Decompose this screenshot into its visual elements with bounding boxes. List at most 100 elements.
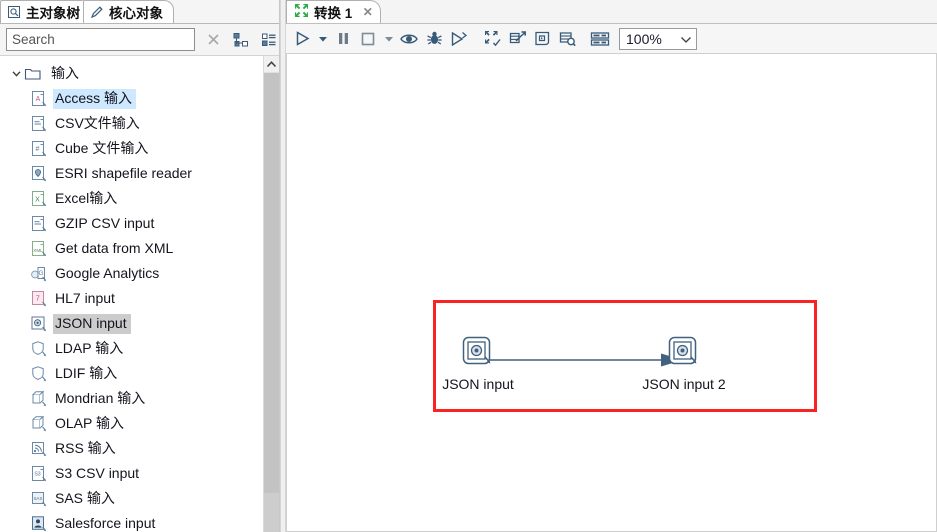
esri-shapefile-icon [30,165,48,183]
tree-item-salesforce-input[interactable]: Salesforce input [0,511,263,532]
clear-search-icon[interactable] [203,30,223,50]
tree-item-label: S3 CSV input [55,464,140,481]
tree-item-excel输入[interactable]: X Excel输入 [0,186,263,211]
excel-input-icon: X [30,190,48,208]
tree-item-get-data-from-xml[interactable]: XML Get data from XML [0,236,263,261]
analyze-impact-button[interactable] [505,26,529,52]
svg-text:X: X [35,196,40,203]
debug-button[interactable] [422,26,446,52]
tree-item-cube-文件输入[interactable]: # Cube 文件输入 [0,136,263,161]
tree-scrollbar[interactable] [263,56,279,532]
svg-text:G: G [38,270,43,277]
tree-item-label: LDAP 输入 [55,339,124,356]
transformation-canvas[interactable]: JSON input JSON input 2 [286,54,937,532]
ldif-input-icon [30,365,48,383]
verify-transformation-button[interactable] [480,26,504,52]
run-button[interactable] [290,26,314,52]
scrollbar-thumb[interactable] [264,73,279,493]
scrollbar-up-arrow[interactable] [264,56,279,73]
toolbar-separator [472,26,479,52]
tree-item-esri-shapefile-reader[interactable]: ESRI shapefile reader [0,161,263,186]
tree-item-label: Cube 文件输入 [55,139,149,156]
transformation-toolbar: 100% [286,24,937,54]
tree-item-json-input[interactable]: JSON input [0,311,263,336]
tree-item-label: RSS 输入 [55,439,116,456]
tree-item-label: ESRI shapefile reader [55,164,192,181]
preview-button[interactable] [397,26,421,52]
xml-input-icon: XML [30,240,48,258]
tab-main-object-tree[interactable]: 主对象树 [0,0,91,23]
tree-item-mondrian-输入[interactable]: Mondrian 输入 [0,386,263,411]
pause-button[interactable] [331,26,355,52]
hl7-input-icon: 7 [30,290,48,308]
pencil-icon [90,5,104,19]
tree-item-ldap-输入[interactable]: LDAP 输入 [0,336,263,361]
tree-item-rss-输入[interactable]: RSS 输入 [0,436,263,461]
transformation-icon [294,3,309,21]
svg-text:7: 7 [36,295,40,302]
tab-core-objects[interactable]: 核心对象 [83,0,174,23]
access-input-icon: A [30,90,48,108]
json-input-step-icon [667,335,701,369]
tree-item-csv文件输入[interactable]: CSV文件输入 [0,111,263,136]
tree-item-s3-csv-input[interactable]: S3 S3 CSV input [0,461,263,486]
tree-item-sas-输入[interactable]: SAS SAS 输入 [0,486,263,511]
close-icon[interactable]: ✕ [361,6,374,19]
tree-item-label: JSON input [53,313,131,334]
svg-text:SAS: SAS [34,496,43,501]
sas-input-icon: SAS [30,490,48,508]
tab-transformation-1-label: 转换 1 [314,6,353,21]
tree-item-label: Mondrian 输入 [55,389,146,406]
tree-item-label: Excel输入 [55,189,118,206]
left-panel-tabbar: 主对象树 核心对象 [0,0,279,24]
tree-item-access-输入[interactable]: A Access 输入 [0,86,263,111]
mondrian-input-icon [30,390,48,408]
tab-transformation-1[interactable]: 转换 1 ✕ [286,0,382,23]
tree-item-hl7-input[interactable]: 7 HL7 input [0,286,263,311]
tree-view-icon[interactable] [231,30,251,50]
replay-button[interactable] [447,26,471,52]
folder-icon [24,65,42,83]
run-options-dropdown[interactable] [315,26,330,52]
show-sql-button[interactable] [530,26,554,52]
csv-file-input-icon [30,115,48,133]
svg-text:S3: S3 [34,471,40,477]
tree-item-label: LDIF 输入 [55,364,118,381]
google-analytics-icon: G [30,265,48,283]
tree-group-input[interactable]: 输入 [0,61,263,86]
search-input[interactable] [6,28,195,51]
tab-core-objects-label: 核心对象 [109,6,163,21]
inspect-data-button[interactable] [555,26,579,52]
tree-item-olap-输入[interactable]: OLAP 输入 [0,411,263,436]
chevron-down-icon[interactable] [680,31,692,47]
svg-text:XML: XML [33,248,43,253]
stop-button[interactable] [356,26,380,52]
tree-group-input-label: 输入 [51,64,79,81]
chevron-down-icon[interactable] [8,66,24,82]
step-node-json-input-2-label: JSON input 2 [642,376,726,392]
step-node-json-input[interactable]: JSON input [430,335,526,392]
step-node-json-input-2[interactable]: JSON input 2 [636,335,732,392]
editor-tabbar: 转换 1 ✕ [286,0,937,24]
search-row [0,24,279,56]
tab-main-object-tree-label: 主对象树 [26,6,80,21]
tree-item-label: OLAP 输入 [55,414,124,431]
gzip-csv-input-icon [30,215,48,233]
zoom-level-combobox[interactable]: 100% [619,27,697,50]
toolbar-separator-2 [580,26,587,52]
salesforce-input-icon [30,515,48,532]
stop-options-dropdown[interactable] [381,26,396,52]
olap-input-icon [30,415,48,433]
ldap-input-icon [30,340,48,358]
tree-item-label: Access 输入 [53,88,137,109]
tree-item-label: CSV文件输入 [55,114,140,131]
json-input-icon [30,315,48,333]
tree-item-gzip-csv-input[interactable]: GZIP CSV input [0,211,263,236]
svg-text:#: # [36,146,40,153]
tree-item-google-analytics[interactable]: G Google Analytics [0,261,263,286]
zoom-level-value: 100% [626,30,662,47]
tree-item-ldif-输入[interactable]: LDIF 输入 [0,361,263,386]
list-view-icon[interactable] [259,30,279,50]
tree-item-label: HL7 input [55,289,115,306]
grid-button[interactable] [588,26,612,52]
